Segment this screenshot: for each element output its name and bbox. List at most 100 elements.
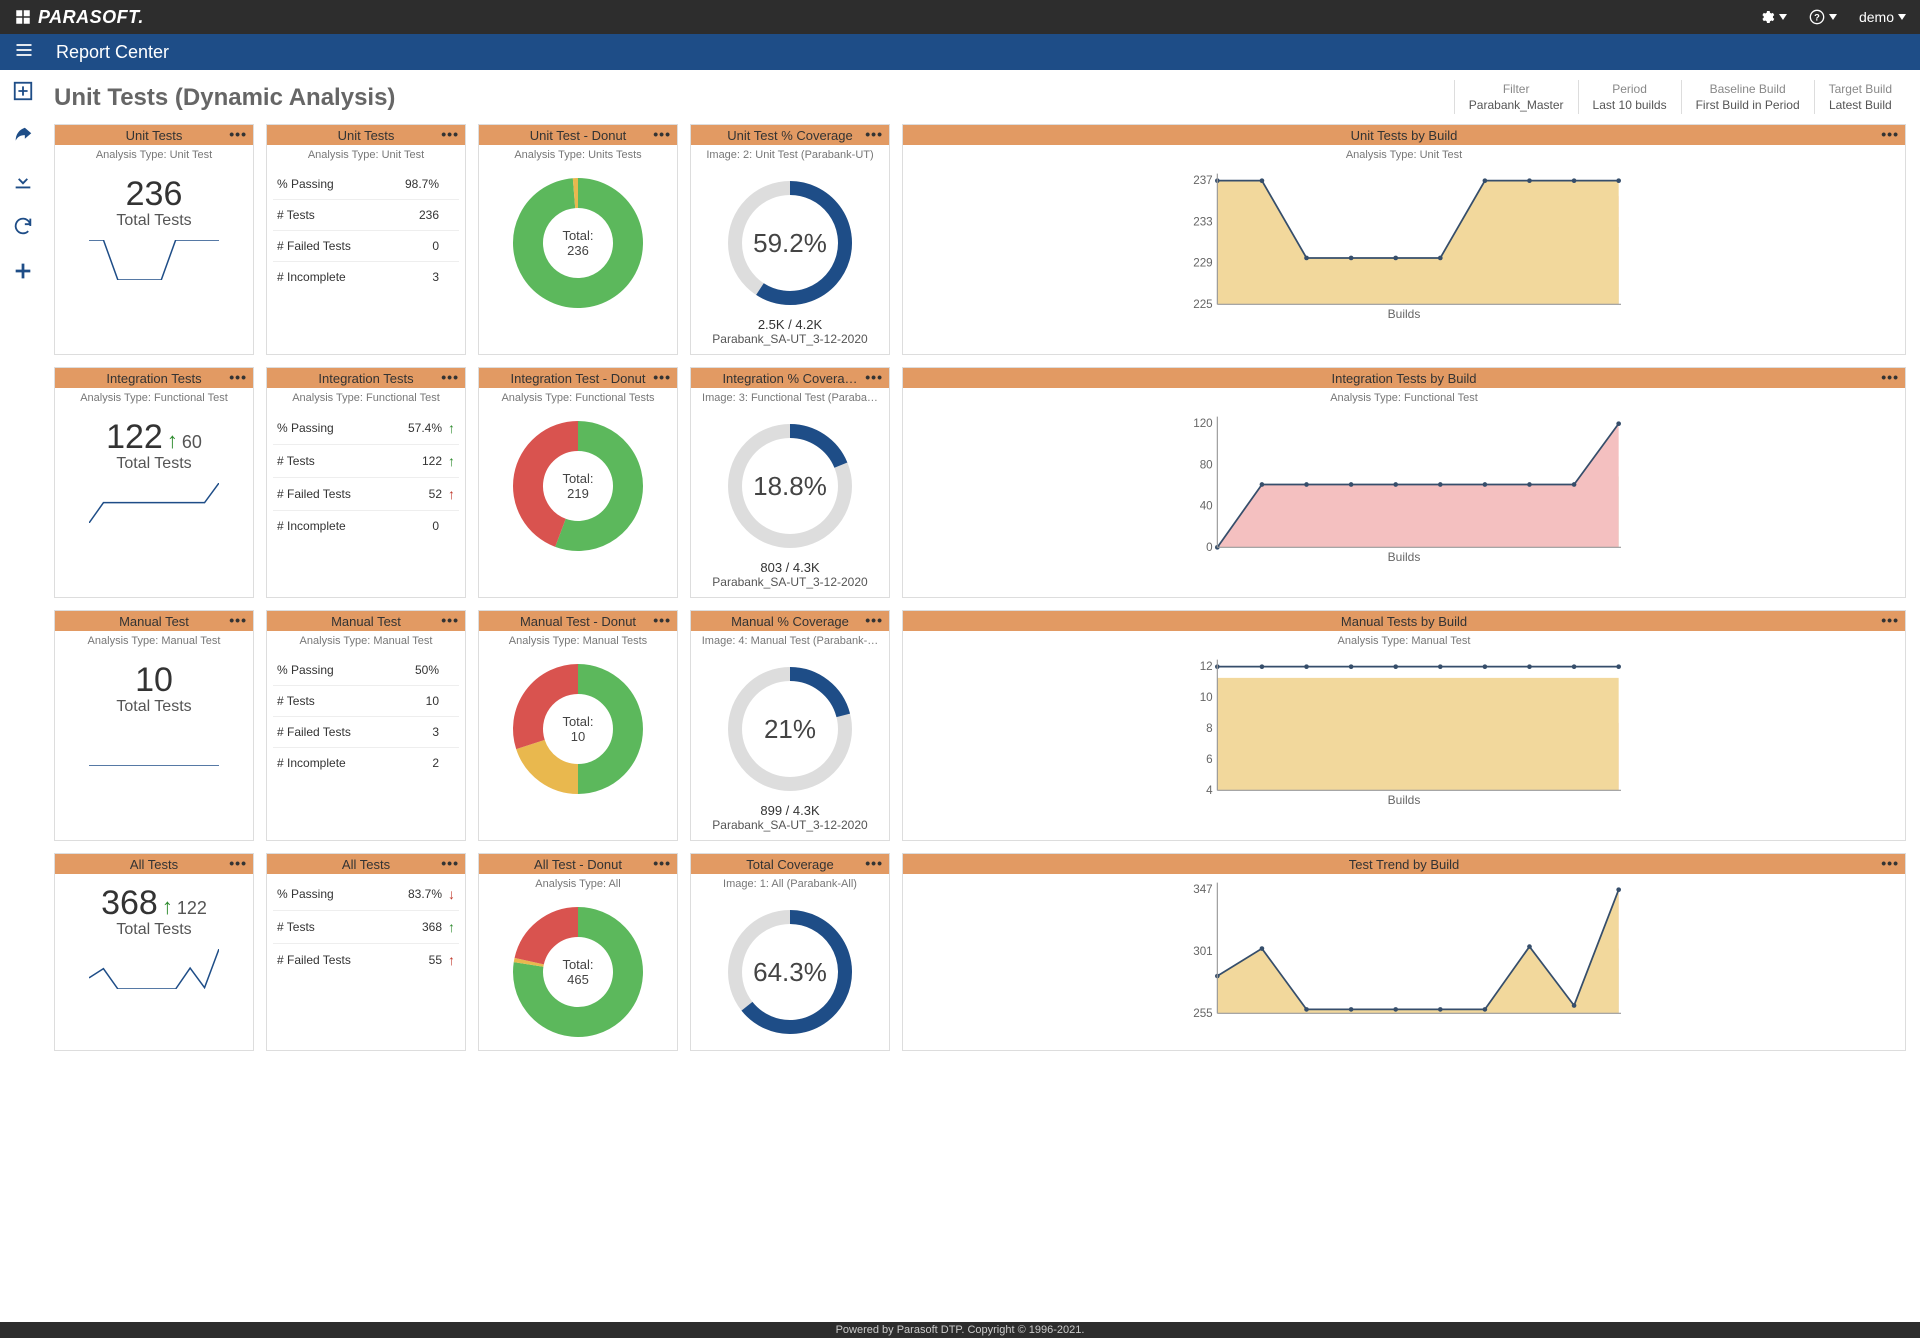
help-icon: ? [1809,9,1825,25]
widget-title: Manual Tests by Build [1341,614,1467,629]
widget-menu[interactable]: ••• [229,612,247,628]
widget-body: 255301347 [903,874,1905,1050]
widget-header: Manual Test••• [267,611,465,631]
widget-menu[interactable]: ••• [441,612,459,628]
svg-text:347: 347 [1193,883,1212,896]
user-menu[interactable]: demo [1859,9,1906,25]
widget: Test Trend by Build•••255301347 [902,853,1906,1051]
svg-text:237: 237 [1193,174,1212,187]
export-button[interactable] [12,125,34,152]
widget-body: 225229233237Builds [903,165,1905,354]
widget-menu[interactable]: ••• [1881,369,1899,385]
settings-menu[interactable] [1759,9,1787,25]
help-menu[interactable]: ? [1809,9,1837,25]
svg-text:301: 301 [1193,945,1212,958]
widget-title: Unit Tests [126,128,183,143]
filter-target-build[interactable]: Target BuildLatest Build [1814,80,1906,114]
widget-body: Total:219 [479,408,677,597]
side-rail [0,70,46,1051]
stat-name: % Passing [277,663,334,677]
widget-title: Integration Tests by Build [1331,371,1476,386]
stat-row: # Failed Tests3 [273,717,459,748]
widget-menu[interactable]: ••• [229,369,247,385]
filter-filter[interactable]: FilterParabank_Master [1454,80,1578,114]
widget-title: Unit Tests by Build [1351,128,1458,143]
refresh-button[interactable] [12,215,34,242]
stat-value: 10 [426,694,439,708]
hamburger-menu[interactable] [14,40,34,65]
widget-menu[interactable]: ••• [229,855,247,871]
stat-name: # Failed Tests [277,725,351,739]
widget-menu[interactable]: ••• [653,855,671,871]
stat-value: 0 [432,519,439,533]
widget: All Tests•••% Passing83.7%↓# Tests368↑# … [266,853,466,1051]
stat-row: % Passing50% [273,655,459,686]
svg-text:6: 6 [1206,753,1212,766]
download-button[interactable] [12,170,34,197]
stat-name: # Failed Tests [277,953,351,967]
chevron-down-icon [1779,14,1787,20]
stat-row: # Tests10 [273,686,459,717]
widget-body: 59.2%2.5K / 4.2KParabank_SA-UT_3-12-2020 [691,165,889,354]
widget-menu[interactable]: ••• [1881,612,1899,628]
widget-header: Integration Tests ••• [55,368,253,388]
stat-value: 98.7% [405,177,439,191]
gauge-chart: 18.8% [720,416,860,556]
widget-body: 236Total Tests [55,165,253,354]
widget-subtitle: Analysis Type: Manual Test [903,631,1905,651]
widget-menu[interactable]: ••• [653,612,671,628]
svg-text:225: 225 [1193,298,1212,309]
stat-row: # Incomplete3 [273,262,459,292]
widget: Unit Tests by Build•••Analysis Type: Uni… [902,124,1906,355]
plus-icon [12,260,34,282]
big-number-value: 236 [126,175,183,214]
svg-text:8: 8 [1206,722,1212,735]
widget-subtitle: Analysis Type: Unit Test [55,145,253,165]
big-number-label: Total Tests [116,455,191,473]
add-button[interactable] [12,260,34,287]
widget-menu[interactable]: ••• [441,126,459,142]
filter-value: Latest Build [1829,98,1892,112]
stat-name: # Incomplete [277,270,346,284]
filter-baseline-build[interactable]: Baseline BuildFirst Build in Period [1681,80,1814,114]
filter-period[interactable]: PeriodLast 10 builds [1578,80,1681,114]
widget-menu[interactable]: ••• [1881,126,1899,142]
stat-value: 236 [419,208,439,222]
widget-menu[interactable]: ••• [229,126,247,142]
widget-body: 368↑122Total Tests [55,874,253,1050]
delta-value: 122 [177,898,207,919]
arrow-up-icon: ↑ [162,894,173,920]
big-number-value: 368 [101,884,158,923]
donut-chart: Total:236 [508,173,648,313]
donut-total-value: 465 [567,972,589,987]
widget-menu[interactable]: ••• [653,126,671,142]
svg-text:120: 120 [1193,417,1213,430]
widget-menu[interactable]: ••• [441,855,459,871]
gauge-percent: 21% [764,714,816,745]
widget-menu[interactable]: ••• [865,855,883,871]
widget-menu[interactable]: ••• [865,369,883,385]
stat-row: # Incomplete0 [273,511,459,541]
widget-menu[interactable]: ••• [1881,855,1899,871]
widget-title: Integration Tests [106,371,201,386]
stats-table: % Passing50%# Tests10# Failed Tests3# In… [273,655,459,778]
big-number: 122↑60 [106,418,202,457]
brand-text: PARASOFT. [38,7,144,28]
add-widget-button[interactable] [12,80,34,107]
widget-body: % Passing57.4%↑# Tests122↑# Failed Tests… [267,408,465,597]
widget-title: Integration % Covera… [722,371,857,386]
widget-menu[interactable]: ••• [441,369,459,385]
widget-subtitle: Analysis Type: Unit Test [267,145,465,165]
widget-menu[interactable]: ••• [865,612,883,628]
stat-row: % Passing57.4%↑ [273,412,459,445]
stat-row: # Failed Tests55↑ [273,944,459,976]
refresh-icon [12,215,34,237]
widget-body: 122↑60Total Tests [55,408,253,597]
widget-body: % Passing98.7%# Tests236# Failed Tests0#… [267,165,465,354]
svg-text:4: 4 [1206,784,1213,795]
gauge-percent: 18.8% [753,471,827,502]
widget-menu[interactable]: ••• [653,369,671,385]
stats-table: % Passing57.4%↑# Tests122↑# Failed Tests… [273,412,459,541]
trend-arrow-icon: ↑ [448,420,455,436]
widget-menu[interactable]: ••• [865,126,883,142]
